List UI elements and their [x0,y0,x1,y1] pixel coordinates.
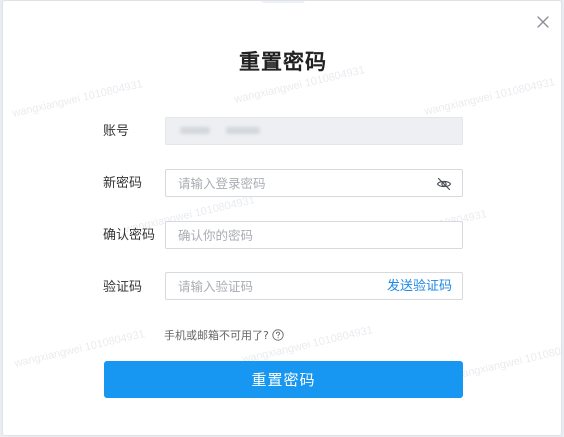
new-password-input[interactable] [178,173,428,193]
reset-password-dialog: wangxiangwei 1010804931 wangxiangwei 101… [2,0,562,436]
account-value-redacted [180,127,210,134]
confirm-password-field [165,221,463,249]
send-code-button[interactable]: 发送验证码 [387,279,452,295]
question-circle-icon [272,329,284,341]
close-button[interactable] [533,12,553,32]
phone-email-unavailable-text: 手机或邮箱不可用了? [164,329,269,342]
confirm-password-input[interactable] [178,225,428,245]
confirm-password-label: 确认密码 [103,228,156,243]
phone-email-unavailable-link[interactable]: 手机或邮箱不可用了? [164,329,284,343]
new-password-label: 新密码 [103,176,143,191]
new-password-field [165,169,463,197]
reset-password-submit-button[interactable]: 重置密码 [104,361,463,398]
dialog-top-notch [261,1,305,3]
watermark: wangxiangwei 1010804931 [11,78,144,120]
watermark: wangxiangwei 1010804931 [453,340,562,382]
verification-code-label: 验证码 [103,280,143,295]
eye-off-icon [436,177,452,191]
dialog-title: 重置密码 [239,50,327,74]
watermark: wangxiangwei 1010804931 [423,76,556,118]
verification-code-input[interactable] [178,276,368,296]
close-icon [537,16,549,28]
account-label: 账号 [103,124,130,139]
account-field [165,117,463,145]
verification-code-field: 发送验证码 [165,272,463,300]
toggle-password-visibility-button[interactable] [436,176,452,192]
account-value-redacted [226,127,260,134]
